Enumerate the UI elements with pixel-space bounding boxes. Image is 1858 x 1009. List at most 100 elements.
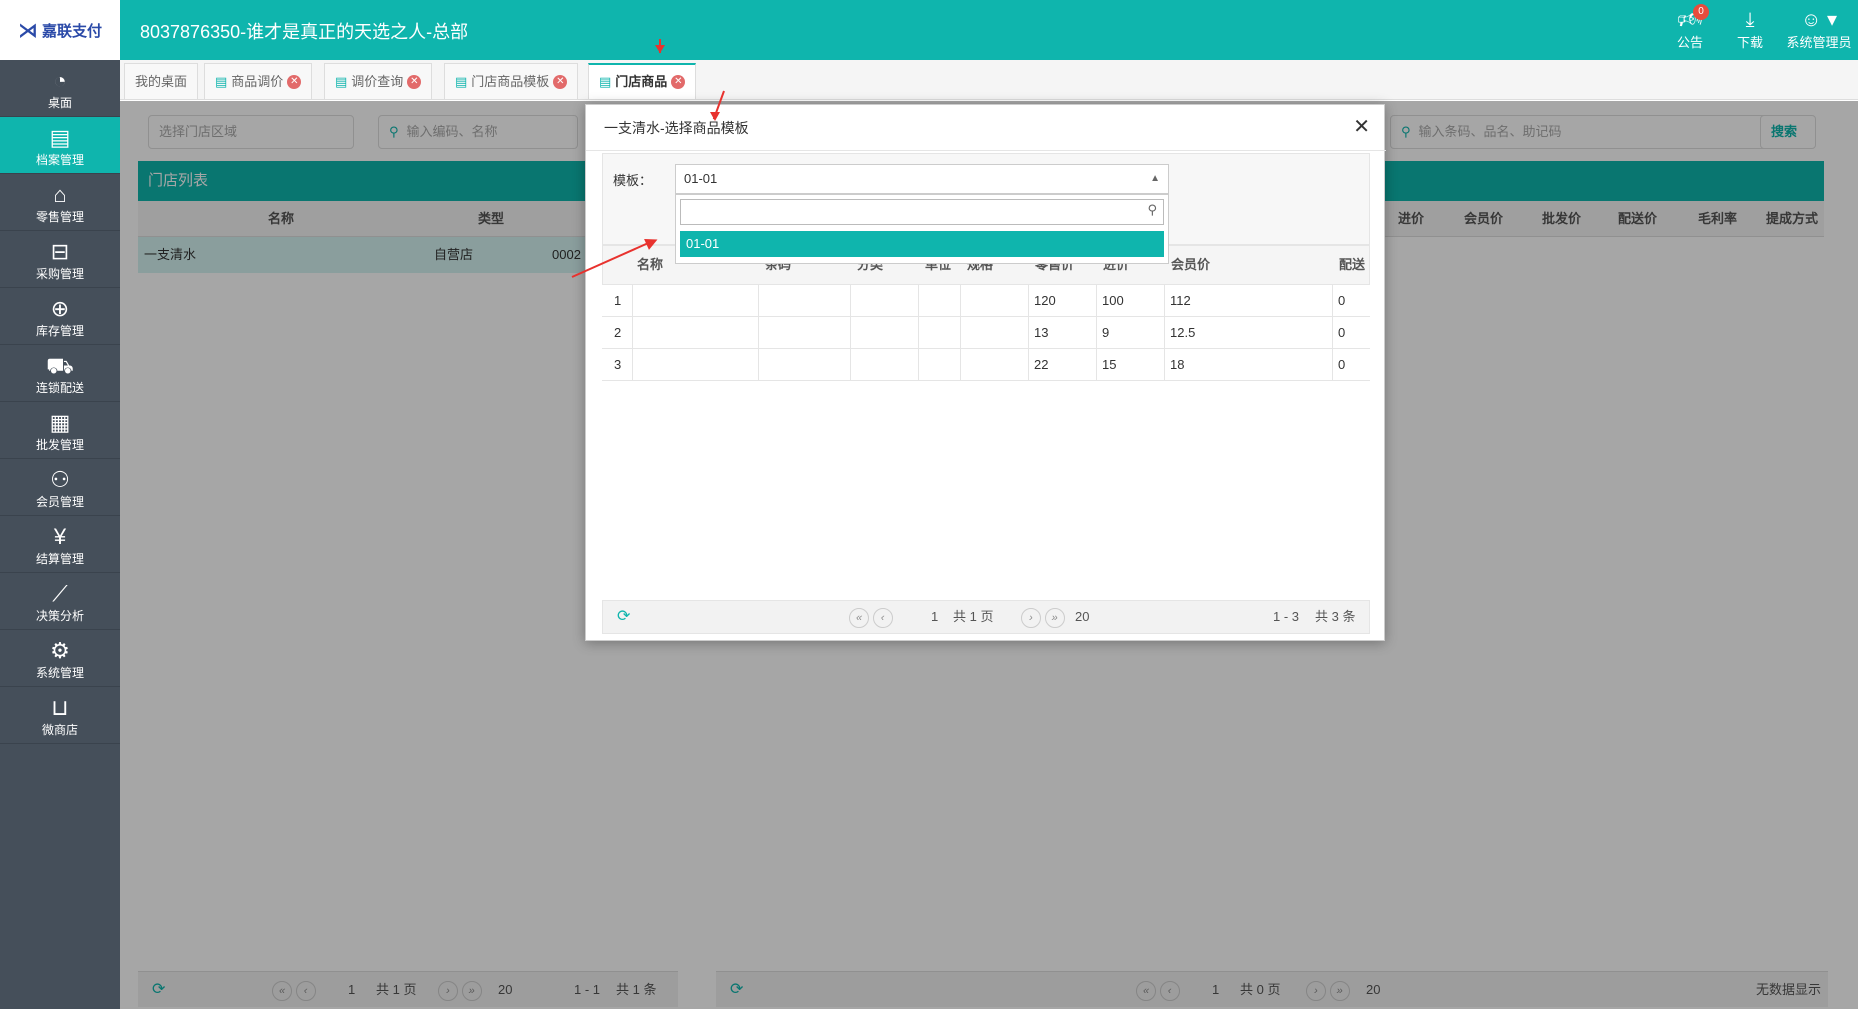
row-index: 3 bbox=[614, 357, 622, 372]
refresh-icon[interactable]: ⟳ bbox=[617, 601, 630, 633]
tab-price-adjust[interactable]: ▤ 商品调价 ✕ bbox=[204, 63, 313, 100]
table-row[interactable]: 2 13 9 12.5 0 bbox=[602, 317, 1370, 349]
cost-price-cell: 15 bbox=[1102, 357, 1117, 372]
column-header: 配送 bbox=[1339, 257, 1366, 272]
annotation-arrowhead bbox=[655, 45, 665, 53]
retail-price-cell: 120 bbox=[1034, 293, 1056, 308]
sidebar-item-label: 结算管理 bbox=[35, 552, 84, 566]
download-button[interactable]: ⤓ 下载 bbox=[1715, 8, 1785, 51]
avatar-icon: ☺ ▾ bbox=[1800, 9, 1837, 31]
template-value: 01-01 bbox=[684, 171, 718, 186]
archive-icon: ▤ bbox=[49, 125, 71, 150]
tab-label: 商品调价 bbox=[231, 73, 284, 89]
sidebar-item-label: 连锁配送 bbox=[35, 381, 84, 395]
prev-page-icon[interactable]: ‹ bbox=[872, 608, 893, 628]
close-icon[interactable]: ✕ bbox=[671, 75, 686, 89]
row-index: 1 bbox=[614, 293, 622, 308]
page-size-select[interactable]: 20 bbox=[1075, 601, 1089, 633]
sidebar-item-purchase[interactable]: ⊟ 采购管理 bbox=[0, 231, 120, 288]
next-page-icon[interactable]: › bbox=[1021, 608, 1041, 628]
delivery-price-cell: 0 bbox=[1338, 293, 1346, 308]
announcement-badge: 0 bbox=[1693, 4, 1709, 20]
sidebar-item-desktop[interactable]: ◔ 桌面 bbox=[0, 60, 120, 117]
sidebar-item-label: 批发管理 bbox=[35, 438, 84, 452]
tab-label: 门店商品模板 bbox=[471, 73, 550, 89]
cost-price-cell: 100 bbox=[1102, 293, 1124, 308]
search-icon: ⚲ bbox=[1147, 202, 1157, 217]
pager-nav: « ‹ bbox=[849, 601, 893, 633]
sidebar-item-label: 决策分析 bbox=[35, 609, 84, 623]
bag-icon: ⊔ bbox=[51, 695, 69, 720]
sidebar-item-member[interactable]: ⚇ 会员管理 bbox=[0, 459, 120, 516]
last-page-icon[interactable]: » bbox=[1044, 608, 1065, 628]
table-row[interactable]: 3 22 15 18 0 bbox=[602, 349, 1370, 381]
close-icon[interactable]: ✕ bbox=[287, 74, 302, 89]
table-row[interactable]: 1 120 100 112 0 bbox=[602, 285, 1370, 317]
document-icon: ▤ bbox=[455, 73, 468, 89]
row-index: 2 bbox=[614, 325, 622, 340]
sidebar-item-settlement[interactable]: ¥ 结算管理 bbox=[0, 516, 120, 573]
dialog-title: 一支清水-选择商品模板 bbox=[586, 105, 1386, 151]
sidebar-item-archive[interactable]: ▤ 档案管理 bbox=[0, 117, 120, 174]
tab-label: 我的桌面 bbox=[135, 73, 188, 89]
download-label: 下载 bbox=[1736, 35, 1763, 50]
download-icon: ⤓ bbox=[1745, 9, 1755, 31]
document-icon: ▤ bbox=[335, 73, 348, 89]
sidebar-item-inventory[interactable]: ⊕ 库存管理 bbox=[0, 288, 120, 345]
annotation-arrowhead bbox=[710, 112, 720, 121]
sidebar-item-label: 系统管理 bbox=[35, 666, 84, 680]
tab-store-goods[interactable]: ▤ 门店商品 ✕ bbox=[588, 63, 697, 100]
dashboard-icon: ◔ bbox=[53, 68, 67, 93]
dialog-pager: ⟳ « ‹ 1 共 1 页 › » 20 1 - 3 共 3 条 bbox=[602, 600, 1370, 634]
logo-text: 嘉联支付 bbox=[41, 22, 102, 40]
settlement-icon: ¥ bbox=[53, 524, 67, 549]
template-label: 模板： bbox=[613, 173, 653, 188]
close-icon[interactable]: ✕ bbox=[407, 74, 422, 89]
sidebar-item-label: 档案管理 bbox=[35, 153, 84, 167]
dropdown-search-input[interactable]: ⚲ bbox=[680, 199, 1164, 225]
document-icon: ▤ bbox=[215, 73, 228, 89]
tab-label: 门店商品 bbox=[615, 74, 668, 89]
template-dropdown: ⚲ 01-01 bbox=[675, 194, 1169, 264]
retail-price-cell: 22 bbox=[1034, 357, 1049, 372]
logo-mark-icon: ⋊ bbox=[17, 19, 38, 42]
sidebar-item-label: 库存管理 bbox=[35, 324, 84, 338]
column-header: 会员价 bbox=[1171, 257, 1211, 272]
top-bar: ⋊ 嘉联支付 8037876350-谁才是真正的天选之人-总部 🕬 0 公告 ⤓… bbox=[0, 0, 1858, 60]
close-icon[interactable]: ✕ bbox=[1353, 115, 1370, 139]
tab-my-desktop[interactable]: 我的桌面 bbox=[124, 63, 199, 100]
user-menu[interactable]: ☺ ▾ 系统管理员 bbox=[1780, 8, 1858, 51]
tab-price-query[interactable]: ▤ 调价查询 ✕ bbox=[324, 63, 433, 100]
template-combobox[interactable]: 01-01 ▲ bbox=[675, 164, 1169, 194]
column-header: 名称 bbox=[637, 257, 664, 272]
sidebar-item-system[interactable]: ⚙ 系统管理 bbox=[0, 630, 120, 687]
sidebar-item-wholesale[interactable]: ▦ 批发管理 bbox=[0, 402, 120, 459]
sidebar-item-microstore[interactable]: ⊔ 微商店 bbox=[0, 687, 120, 744]
delivery-price-cell: 0 bbox=[1338, 357, 1346, 372]
sidebar-item-label: 桌面 bbox=[47, 96, 72, 110]
inventory-icon: ⊕ bbox=[50, 296, 70, 321]
user-label: 系统管理员 bbox=[1786, 35, 1852, 50]
sidebar-item-label: 采购管理 bbox=[35, 267, 84, 281]
first-page-icon[interactable]: « bbox=[849, 608, 869, 628]
wholesale-icon: ▦ bbox=[49, 410, 71, 435]
sidebar-item-analysis[interactable]: ⟋ 决策分析 bbox=[0, 573, 120, 630]
retail-price-cell: 13 bbox=[1034, 325, 1049, 340]
close-icon[interactable]: ✕ bbox=[553, 74, 568, 89]
member-icon: ⚇ bbox=[50, 467, 70, 492]
page-input[interactable]: 1 bbox=[931, 601, 938, 633]
delivery-price-cell: 0 bbox=[1338, 325, 1346, 340]
dropdown-option[interactable]: 01-01 bbox=[680, 231, 1164, 257]
tab-store-template[interactable]: ▤ 门店商品模板 ✕ bbox=[444, 63, 579, 100]
announcement-label: 公告 bbox=[1676, 35, 1703, 50]
sidebar-item-delivery[interactable]: ⛟ 连锁配送 bbox=[0, 345, 120, 402]
tab-label: 调价查询 bbox=[351, 73, 404, 89]
sidebar-item-retail[interactable]: ⌂ 零售管理 bbox=[0, 174, 120, 231]
sidebar-item-label: 会员管理 bbox=[35, 495, 84, 509]
cost-price-cell: 9 bbox=[1102, 325, 1110, 340]
member-price-cell: 112 bbox=[1170, 293, 1191, 308]
pager-nav: › » bbox=[1021, 601, 1065, 633]
member-price-cell: 18 bbox=[1170, 357, 1185, 372]
store-icon: ⌂ bbox=[53, 182, 67, 207]
sidebar-item-label: 零售管理 bbox=[35, 210, 84, 224]
